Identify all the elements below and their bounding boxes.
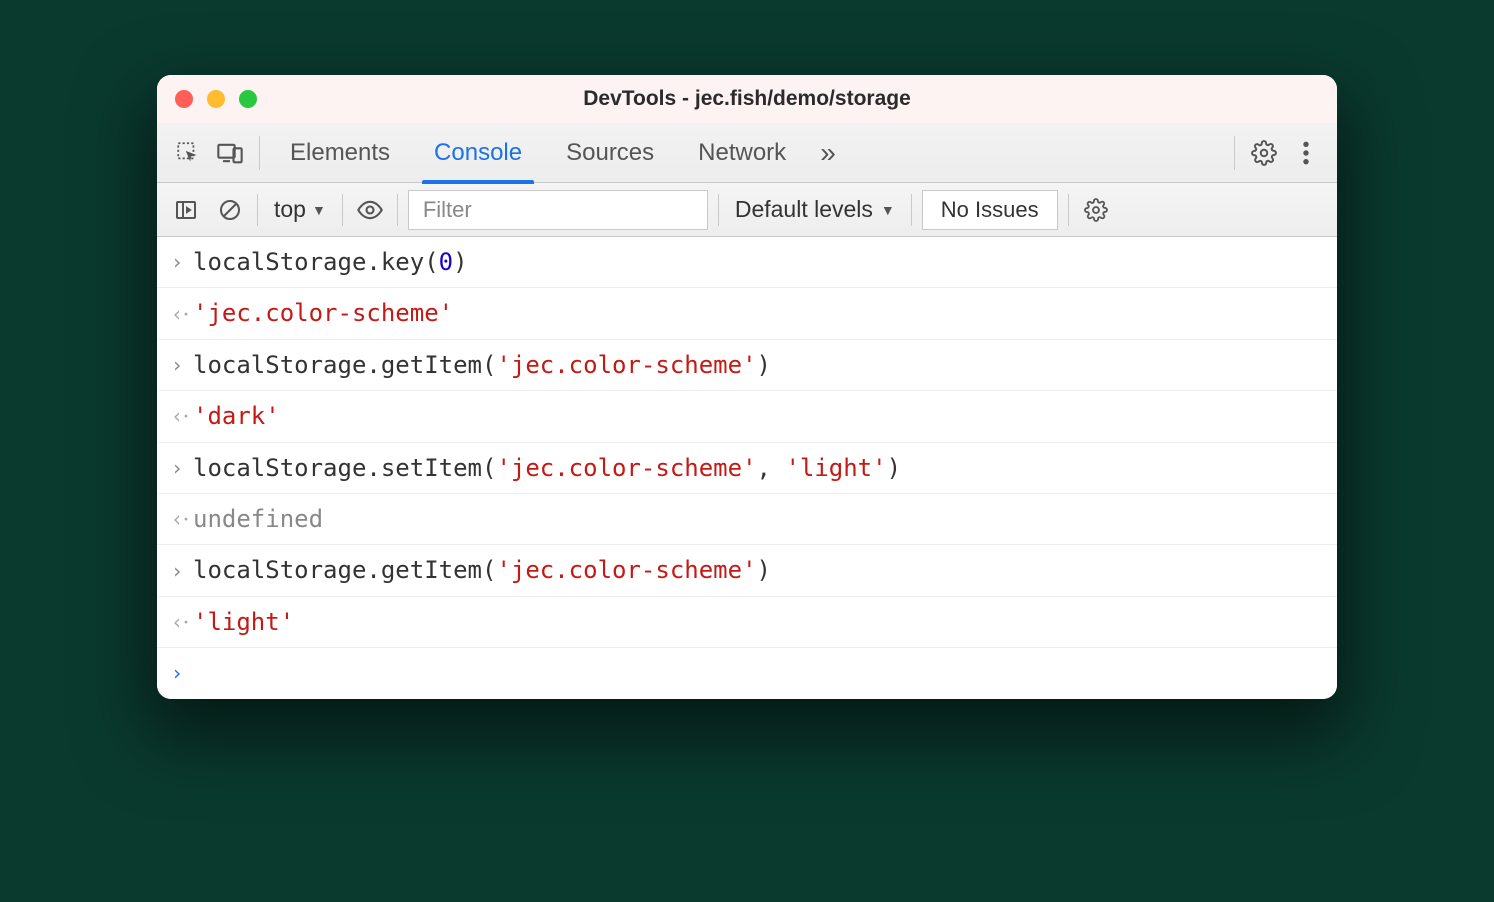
dropdown-icon: ▼ bbox=[312, 202, 326, 218]
context-label: top bbox=[274, 196, 306, 223]
toolbar-divider bbox=[257, 194, 258, 226]
code-content: 'dark' bbox=[193, 397, 280, 435]
settings-icon[interactable] bbox=[1245, 134, 1283, 172]
toolbar-divider bbox=[718, 194, 719, 226]
titlebar: DevTools - jec.fish/demo/storage bbox=[157, 75, 1337, 123]
output-marker-icon: ‹• bbox=[171, 298, 193, 330]
console-output-row: ‹•undefined bbox=[157, 494, 1337, 545]
toolbar-divider bbox=[911, 194, 912, 226]
console-input-row: ›localStorage.getItem('jec.color-scheme'… bbox=[157, 340, 1337, 391]
input-marker-icon: › bbox=[171, 452, 193, 484]
code-content: localStorage.getItem('jec.color-scheme') bbox=[193, 551, 771, 589]
issues-label: No Issues bbox=[941, 197, 1039, 222]
console-output-row: ‹•'dark' bbox=[157, 391, 1337, 442]
code-content: undefined bbox=[193, 500, 323, 538]
window-title: DevTools - jec.fish/demo/storage bbox=[583, 87, 911, 111]
tab-label: Elements bbox=[290, 139, 390, 167]
levels-label: Default levels bbox=[735, 196, 873, 223]
code-content: localStorage.getItem('jec.color-scheme') bbox=[193, 346, 771, 384]
console-prompt-input[interactable] bbox=[193, 654, 207, 692]
live-expression-icon[interactable] bbox=[353, 193, 387, 227]
devtools-window: DevTools - jec.fish/demo/storage Element… bbox=[157, 75, 1337, 699]
code-content: 'jec.color-scheme' bbox=[193, 294, 453, 332]
console-settings-icon[interactable] bbox=[1079, 193, 1113, 227]
console-input-row: ›localStorage.key(0) bbox=[157, 237, 1337, 288]
tabbar-divider bbox=[259, 136, 260, 170]
console-prompt-row[interactable]: › bbox=[157, 648, 1337, 698]
code-content: 'light' bbox=[193, 603, 294, 641]
toolbar-divider bbox=[397, 194, 398, 226]
tab-label: Network bbox=[698, 139, 786, 167]
filter-input[interactable] bbox=[408, 190, 708, 230]
log-levels-selector[interactable]: Default levels ▼ bbox=[729, 196, 901, 223]
clear-console-icon[interactable] bbox=[213, 193, 247, 227]
close-window-icon[interactable] bbox=[175, 90, 193, 108]
dropdown-icon: ▼ bbox=[881, 202, 895, 218]
issues-button[interactable]: No Issues bbox=[922, 190, 1058, 230]
more-menu-icon[interactable] bbox=[1287, 134, 1325, 172]
input-marker-icon: › bbox=[171, 555, 193, 587]
tab-console[interactable]: Console bbox=[414, 123, 542, 183]
traffic-lights bbox=[175, 90, 257, 108]
console-toolbar: top ▼ Default levels ▼ No Issues bbox=[157, 183, 1337, 237]
console-output-row: ‹•'light' bbox=[157, 597, 1337, 648]
output-marker-icon: ‹• bbox=[171, 400, 193, 432]
code-content: localStorage.setItem('jec.color-scheme',… bbox=[193, 449, 901, 487]
inspect-element-icon[interactable] bbox=[169, 134, 207, 172]
console-input-row: ›localStorage.getItem('jec.color-scheme'… bbox=[157, 545, 1337, 596]
toolbar-divider bbox=[342, 194, 343, 226]
input-marker-icon: › bbox=[171, 246, 193, 278]
maximize-window-icon[interactable] bbox=[239, 90, 257, 108]
console-output-row: ‹•'jec.color-scheme' bbox=[157, 288, 1337, 339]
context-selector[interactable]: top ▼ bbox=[268, 196, 332, 223]
tab-label: Sources bbox=[566, 139, 654, 167]
tab-sources[interactable]: Sources bbox=[546, 123, 674, 183]
device-toolbar-icon[interactable] bbox=[211, 134, 249, 172]
input-marker-icon: › bbox=[171, 349, 193, 381]
tab-elements[interactable]: Elements bbox=[270, 123, 410, 183]
console-input-row: ›localStorage.setItem('jec.color-scheme'… bbox=[157, 443, 1337, 494]
tab-label: Console bbox=[434, 139, 522, 167]
toolbar-divider bbox=[1068, 194, 1069, 226]
sidebar-toggle-icon[interactable] bbox=[169, 193, 203, 227]
output-marker-icon: ‹• bbox=[171, 503, 193, 535]
code-content: localStorage.key(0) bbox=[193, 243, 468, 281]
tab-network[interactable]: Network bbox=[678, 123, 806, 183]
output-marker-icon: ‹• bbox=[171, 606, 193, 638]
tabbar-divider bbox=[1234, 136, 1235, 170]
console-output[interactable]: ›localStorage.key(0)‹•'jec.color-scheme'… bbox=[157, 237, 1337, 699]
tab-overflow-icon[interactable]: » bbox=[810, 137, 846, 169]
minimize-window-icon[interactable] bbox=[207, 90, 225, 108]
prompt-marker-icon: › bbox=[171, 657, 193, 689]
main-tabbar: Elements Console Sources Network » bbox=[157, 123, 1337, 183]
